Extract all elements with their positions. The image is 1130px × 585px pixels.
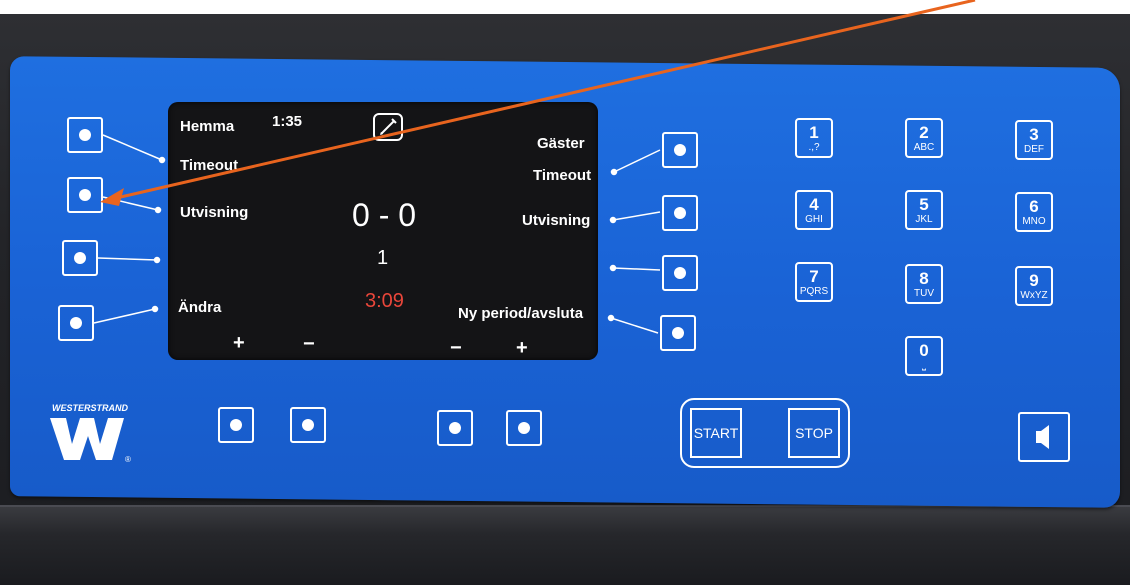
button-dot [672,327,684,339]
key-7-letters: PQRS [799,286,829,297]
key-5-letters: JKL [915,214,933,225]
horn-button[interactable] [1018,412,1070,462]
key-7[interactable]: 7 PQRS [795,262,833,302]
button-dot [518,422,530,434]
key-1-number: 1 [809,123,819,142]
key-2[interactable]: 2 ABC [905,118,943,158]
speaker-icon [1036,425,1049,449]
away-penalty-button[interactable] [662,195,698,231]
button-dot [74,252,86,264]
key-8[interactable]: 8 TUV [905,264,943,304]
home-blank-button[interactable] [62,240,98,276]
away-minus-button[interactable] [437,410,473,446]
key-0[interactable]: 0 ⎵ [905,336,943,376]
key-9-number: 9 [1029,271,1039,290]
key-9-letters: WxYZ [1020,290,1048,301]
key-3-letters: DEF [1024,144,1044,155]
key-2-number: 2 [919,123,929,142]
penalty-left-label: Utvisning [180,204,249,221]
home-timeout-button[interactable] [67,117,103,153]
button-dot [79,129,91,141]
away-plus-button[interactable] [506,410,542,446]
button-dot [230,419,242,431]
timeout-right-label: Timeout [533,167,592,184]
home-minus-label: − [303,333,315,355]
home-label: Hemma [180,118,235,135]
key-4[interactable]: 4 GHI [795,190,833,230]
new-period-label: Ny period/avsluta [458,305,584,322]
registered-mark: ® [125,455,131,464]
home-plus-label: + [233,332,245,354]
key-4-letters: GHI [805,214,823,225]
key-8-letters: TUV [914,288,934,299]
new-period-button[interactable] [660,315,696,351]
change-button[interactable] [58,305,94,341]
penalty-right-label: Utvisning [522,212,591,229]
edit-pen-icon [373,113,403,141]
key-0-number: 0 [919,341,929,360]
stop-button[interactable]: STOP [788,408,840,458]
away-minus-label: − [450,337,462,359]
key-7-number: 7 [809,267,819,286]
button-dot [674,267,686,279]
key-5[interactable]: 5 JKL [905,190,943,230]
away-label: Gäster [537,135,585,152]
key-6-number: 6 [1029,197,1039,216]
key-3[interactable]: 3 DEF [1015,120,1053,160]
button-dot [79,189,91,201]
button-dot [449,422,461,434]
away-timeout-button[interactable] [662,132,698,168]
game-clock: 1:35 [272,113,303,130]
key-6[interactable]: 6 MNO [1015,192,1053,232]
key-9[interactable]: 9 WxYZ [1015,266,1053,306]
key-4-number: 4 [809,195,819,214]
home-plus-button[interactable] [218,407,254,443]
key-2-letters: ABC [913,142,935,153]
away-plus-label: + [516,337,528,359]
change-label: Ändra [178,299,222,316]
home-penalty-button[interactable] [67,177,103,213]
score-display: 0 - 0 [352,197,417,233]
period-number: 1 [377,247,389,269]
timeout-left-label: Timeout [180,157,239,174]
button-dot [70,317,82,329]
key-0-space-symbol: ⎵ [922,360,926,371]
key-1-letters: .,? [808,142,820,153]
brand-name: WESTERSTRAND [52,403,128,413]
key-5-number: 5 [919,195,929,214]
key-6-letters: MNO [1022,216,1046,227]
key-1[interactable]: 1.,? [795,118,833,158]
button-dot [674,144,686,156]
button-dot [302,419,314,431]
start-stop-group: START STOP [680,398,850,468]
key-3-number: 3 [1029,125,1039,144]
button-dot [674,207,686,219]
console-front-edge [0,505,1130,585]
away-blank-button[interactable] [662,255,698,291]
home-minus-button[interactable] [290,407,326,443]
start-button[interactable]: START [690,408,742,458]
key-8-number: 8 [919,269,929,288]
period-time: 3:09 [365,290,404,312]
